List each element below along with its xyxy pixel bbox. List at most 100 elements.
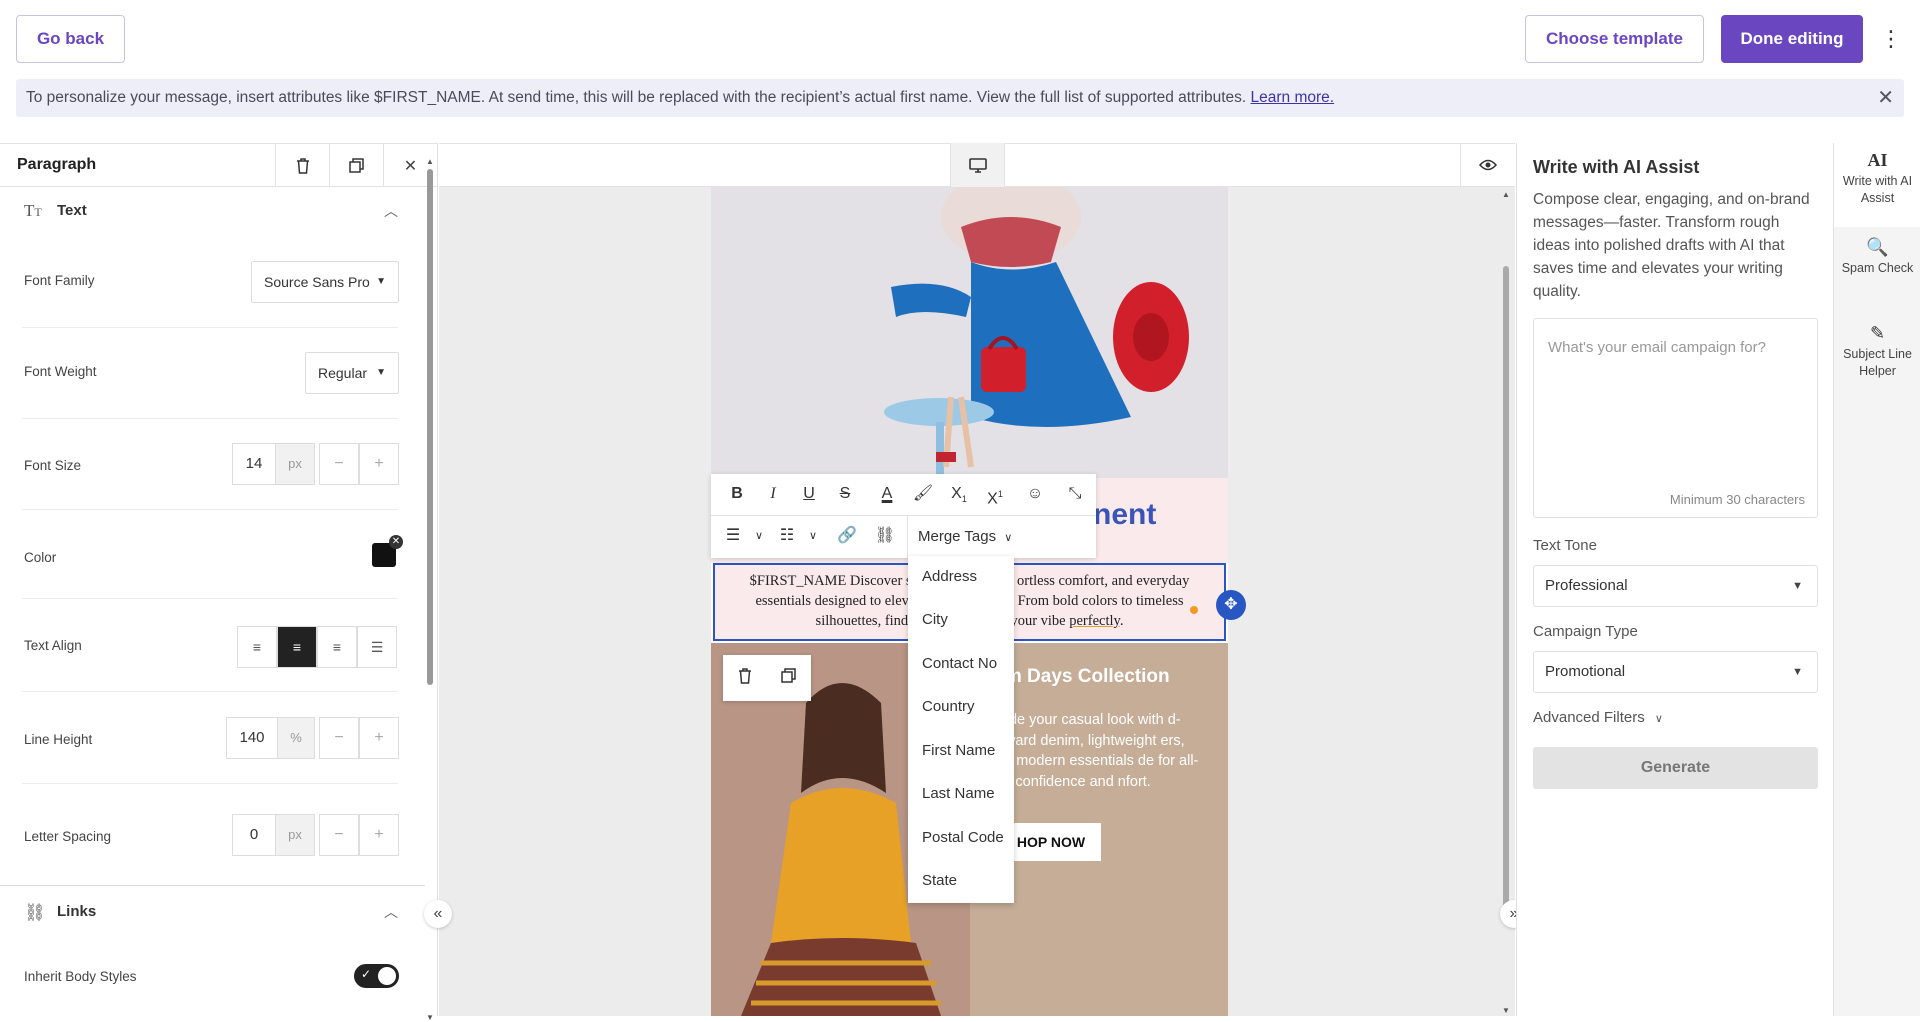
campaign-purpose-input[interactable]: What's your email campaign for? Minimum … [1533, 318, 1818, 518]
font-size-decrement[interactable]: − [319, 443, 359, 485]
scroll-down-icon[interactable]: ▼ [1502, 1006, 1510, 1015]
align-center-icon[interactable]: ≡ [277, 626, 317, 668]
line-height-unit: % [277, 717, 315, 759]
superscript-icon[interactable]: X1 [977, 474, 1013, 514]
scrollbar-thumb[interactable] [1503, 266, 1509, 916]
color-label: Color [24, 550, 57, 565]
divider [22, 783, 398, 784]
link-icon[interactable]: 🔗 [829, 516, 865, 556]
shop-now-button[interactable]: HOP NOW [1001, 823, 1101, 861]
merge-tag-postal-code[interactable]: Postal Code [922, 829, 1004, 846]
rail-spam-check[interactable]: 🔍 Spam Check [1834, 237, 1920, 277]
line-height-increment[interactable]: + [359, 717, 399, 759]
clear-color-icon[interactable]: ✕ [389, 535, 403, 549]
align-right-icon[interactable]: ≡ [317, 626, 357, 668]
align-left-icon[interactable]: ≡ [237, 626, 277, 668]
block-actions [723, 655, 811, 701]
heading-text[interactable]: nent [1093, 498, 1156, 532]
preview-eye-icon[interactable] [1460, 143, 1515, 187]
properties-panel: Paragraph ✕ TT Text ︿ Font Family Source… [0, 143, 438, 1022]
scroll-up-icon[interactable]: ▲ [1502, 190, 1510, 199]
advanced-filters-toggle[interactable]: Advanced Filters ∨ [1533, 709, 1663, 726]
rail-subject-helper[interactable]: ✎ Subject Line Helper [1834, 323, 1920, 380]
collapse-toolbar-icon[interactable]: ⤡ [1057, 474, 1093, 514]
rich-text-toolbar: B I U S A 🖌 X1 X1 ☺ ⤡ ☰ ∨ ☷ ∨ 🔗 ⛓ Merge … [711, 474, 1096, 558]
merge-tag-state[interactable]: State [922, 872, 957, 889]
rail-spam-check-label: Spam Check [1841, 261, 1914, 275]
scrollbar-thumb[interactable] [427, 169, 433, 685]
merge-tag-city[interactable]: City [922, 611, 948, 628]
font-size-increment[interactable]: + [359, 443, 399, 485]
rail-subject-helper-label: Subject Line Helper [1843, 347, 1912, 378]
letter-spacing-increment[interactable]: + [359, 814, 399, 856]
font-family-select[interactable]: Source Sans Pro ▼ [251, 261, 399, 303]
min-characters-hint: Minimum 30 characters [1669, 492, 1805, 507]
inherit-body-styles-label: Inherit Body Styles [24, 969, 137, 984]
align-justify-icon[interactable]: ☰ [357, 626, 397, 668]
merge-tag-address[interactable]: Address [922, 568, 977, 585]
strikethrough-icon[interactable]: S [827, 474, 863, 514]
collection-body[interactable]: grade your casual look with d-forward de… [988, 710, 1210, 792]
letter-spacing-input[interactable]: 0 [232, 814, 276, 856]
check-icon: ✓ [361, 967, 372, 981]
caret-down-icon: ▼ [1792, 666, 1803, 678]
line-height-input[interactable]: 140 [226, 717, 278, 759]
scroll-up-icon[interactable]: ▲ [426, 157, 434, 166]
letter-spacing-decrement[interactable]: − [319, 814, 359, 856]
merge-tag-last-name[interactable]: Last Name [922, 785, 995, 802]
text-section-title[interactable]: Text [57, 202, 87, 219]
text-color-icon[interactable]: A [869, 474, 905, 514]
panel-header: Paragraph ✕ [0, 143, 438, 187]
scroll-down-icon[interactable]: ▼ [426, 1013, 434, 1022]
font-family-label: Font Family [24, 273, 95, 288]
campaign-purpose-placeholder: What's your email campaign for? [1548, 339, 1766, 356]
panel-title: Paragraph [17, 156, 97, 173]
duplicate-icon[interactable] [329, 144, 383, 187]
merge-tag-contact-no[interactable]: Contact No [922, 655, 997, 672]
go-back-button[interactable]: Go back [16, 15, 125, 63]
move-handle-icon[interactable]: ✥ [1216, 590, 1246, 620]
section-divider [0, 885, 425, 886]
rail-write-ai[interactable]: AI Write with AI Assist [1834, 151, 1920, 207]
canvas-scrollbar[interactable]: ▲ ▼ [1502, 190, 1510, 1015]
merge-tag-country[interactable]: Country [922, 698, 975, 715]
subscript-icon[interactable]: X1 [941, 474, 977, 514]
delete-icon[interactable] [275, 144, 329, 187]
duplicate-icon[interactable] [781, 668, 796, 688]
chevron-up-icon[interactable]: ︿ [384, 902, 398, 922]
bold-icon[interactable]: B [719, 474, 755, 514]
collapse-left-icon[interactable]: « [424, 900, 452, 928]
more-options-icon[interactable]: ⋮ [1880, 24, 1902, 54]
font-size-input[interactable]: 14 [232, 443, 276, 485]
font-weight-select[interactable]: Regular ▼ [305, 352, 399, 394]
delete-icon[interactable] [738, 667, 752, 689]
links-section-title[interactable]: Links [57, 903, 96, 920]
rail-write-ai-label: Write with AI Assist [1842, 174, 1913, 205]
merge-tags-dropdown[interactable]: Merge Tags ∨ [907, 516, 1095, 558]
done-editing-button[interactable]: Done editing [1721, 15, 1863, 63]
chevron-up-icon[interactable]: ︿ [384, 201, 398, 221]
campaign-type-select[interactable]: Promotional ▼ [1533, 651, 1818, 693]
underline-icon[interactable]: U [791, 474, 827, 514]
font-weight-label: Font Weight [24, 364, 97, 379]
hero-image[interactable] [711, 187, 1228, 478]
italic-icon[interactable]: I [755, 474, 791, 514]
magnifier-icon: 🔍 [1866, 237, 1889, 257]
inherit-body-styles-toggle[interactable]: ✓ [354, 964, 399, 988]
emoji-icon[interactable]: ☺ [1017, 474, 1053, 514]
choose-template-button[interactable]: Choose template [1525, 15, 1704, 63]
collection-title[interactable]: nim Days Collection [988, 666, 1170, 688]
text-tone-select[interactable]: Professional ▼ [1533, 565, 1818, 607]
close-icon[interactable]: ✕ [1877, 79, 1894, 117]
panel-scrollbar[interactable]: ▲ ▼ [426, 157, 434, 1022]
highlight-icon[interactable]: 🖌 [905, 474, 941, 514]
caret-down-icon: ▼ [376, 367, 386, 378]
unlink-icon[interactable]: ⛓ [867, 516, 903, 556]
sparkle-pen-icon: ✎ [1869, 323, 1886, 343]
merge-tag-first-name[interactable]: First Name [922, 742, 995, 759]
chevron-down-icon[interactable]: ∨ [795, 516, 831, 556]
learn-more-link[interactable]: Learn more. [1251, 89, 1335, 106]
desktop-view-icon[interactable] [950, 143, 1005, 187]
generate-button[interactable]: Generate [1533, 747, 1818, 789]
line-height-decrement[interactable]: − [319, 717, 359, 759]
